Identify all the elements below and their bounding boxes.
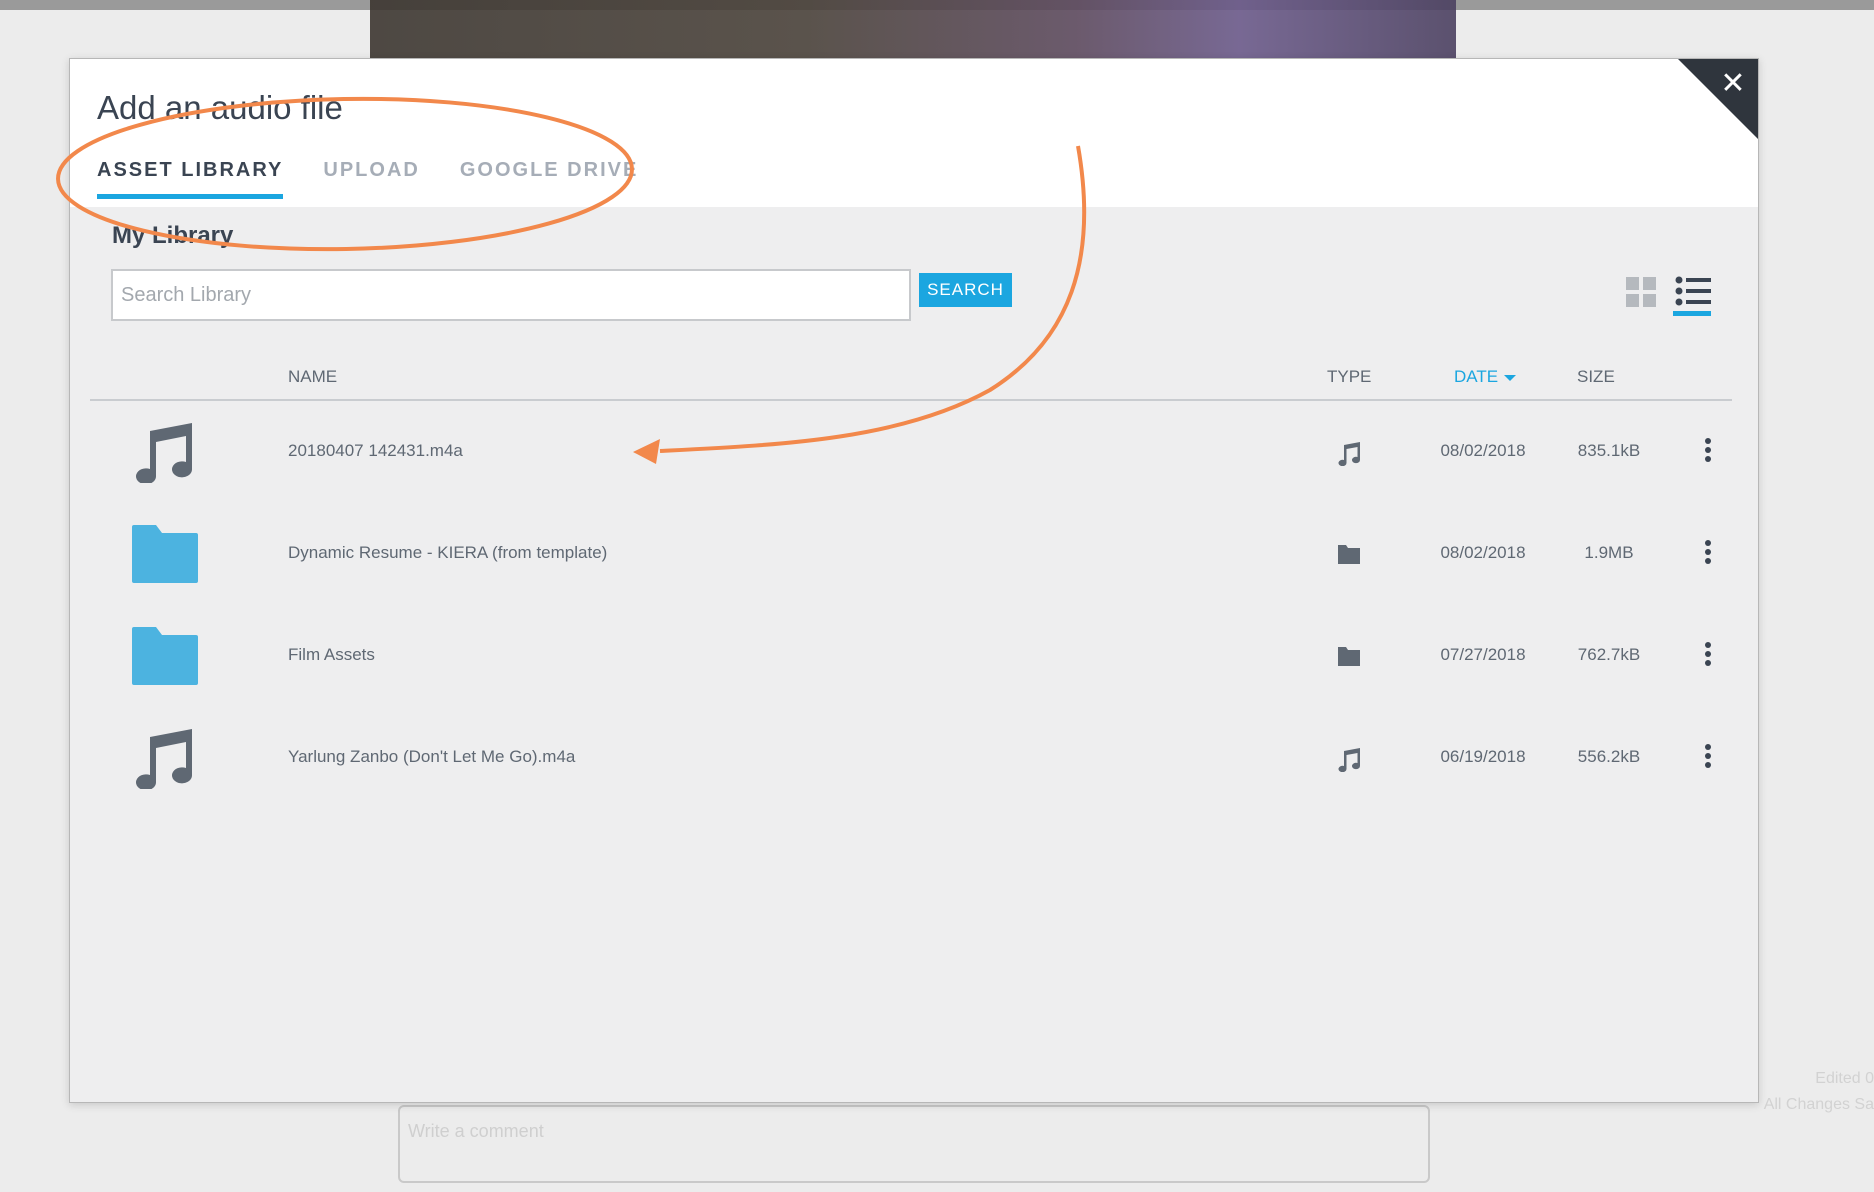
- table-row[interactable]: Yarlung Zanbo (Don't Let Me Go).m4a 06/19…: [90, 707, 1732, 809]
- folder-icon: [132, 627, 198, 685]
- asset-date: 08/02/2018: [1440, 543, 1526, 562]
- list-view-icon[interactable]: [1675, 276, 1711, 306]
- folder-type-icon: [1338, 647, 1360, 666]
- column-date[interactable]: DATE: [1454, 367, 1517, 387]
- grid-view-icon[interactable]: [1626, 277, 1656, 307]
- column-date-label: DATE: [1454, 367, 1499, 386]
- asset-date: 06/19/2018: [1440, 747, 1526, 766]
- library-title: My Library: [112, 222, 234, 249]
- table-row[interactable]: Dynamic Resume - KIERA (from template) 08…: [90, 503, 1732, 605]
- tab-asset-library[interactable]: ASSET LIBRARY: [97, 159, 284, 199]
- modal-title: Add an audio file: [97, 89, 343, 126]
- tab-upload[interactable]: UPLOAD: [323, 159, 419, 199]
- edited-status-line2: All Changes Sa: [1763, 1096, 1874, 1113]
- sort-down-icon: [1504, 374, 1517, 381]
- tab-google-drive[interactable]: GOOGLE DRIVE: [460, 159, 638, 199]
- search-button[interactable]: SEARCH: [919, 273, 1012, 307]
- more-options-icon[interactable]: [1702, 539, 1714, 565]
- audio-type-icon: [1338, 748, 1360, 772]
- asset-name[interactable]: Dynamic Resume - KIERA (from template): [288, 543, 607, 563]
- column-name[interactable]: NAME: [288, 367, 337, 387]
- more-options-icon[interactable]: [1702, 437, 1714, 463]
- column-size[interactable]: SIZE: [1577, 367, 1615, 387]
- source-tabs: ASSET LIBRARY UPLOAD GOOGLE DRIVE: [97, 159, 638, 199]
- edited-status-line1: Edited 0: [1815, 1070, 1874, 1087]
- folder-type-icon: [1338, 545, 1360, 564]
- table-header: NAME TYPE DATE SIZE: [90, 359, 1732, 401]
- asset-name[interactable]: Yarlung Zanbo (Don't Let Me Go).m4a: [288, 747, 575, 767]
- asset-name[interactable]: 20180407 142431.m4a: [288, 441, 463, 461]
- asset-size: 835.1kB: [1577, 441, 1641, 460]
- more-options-icon[interactable]: [1702, 641, 1714, 667]
- asset-date: 08/02/2018: [1440, 441, 1526, 460]
- close-icon[interactable]: ✕: [1718, 69, 1748, 99]
- more-options-icon[interactable]: [1702, 743, 1714, 769]
- asset-size: 556.2kB: [1577, 747, 1641, 766]
- active-view-indicator: [1673, 311, 1711, 316]
- background-media-thumbnail: [370, 0, 1456, 60]
- table-row[interactable]: 20180407 142431.m4a 08/02/2018 835.1kB: [90, 401, 1732, 503]
- asset-size: 1.9MB: [1584, 543, 1634, 562]
- music-note-icon: [136, 729, 193, 789]
- asset-date: 07/27/2018: [1440, 645, 1526, 664]
- music-note-icon: [136, 423, 193, 483]
- table-row[interactable]: Film Assets 07/27/2018 762.7kB: [90, 605, 1732, 707]
- folder-icon: [132, 525, 198, 583]
- column-type[interactable]: TYPE: [1327, 367, 1371, 387]
- search-input[interactable]: [111, 269, 911, 321]
- asset-name[interactable]: Film Assets: [288, 645, 375, 665]
- add-audio-modal: Add an audio file ✕ ASSET LIBRARY UPLOAD…: [69, 58, 1759, 1103]
- edited-status: Edited 0 All Changes Sa: [1760, 1066, 1874, 1118]
- comment-box[interactable]: Write a comment: [398, 1105, 1430, 1183]
- audio-type-icon: [1338, 442, 1360, 466]
- asset-size: 762.7kB: [1577, 645, 1641, 664]
- modal-header: Add an audio file ✕ ASSET LIBRARY UPLOAD…: [70, 59, 1758, 207]
